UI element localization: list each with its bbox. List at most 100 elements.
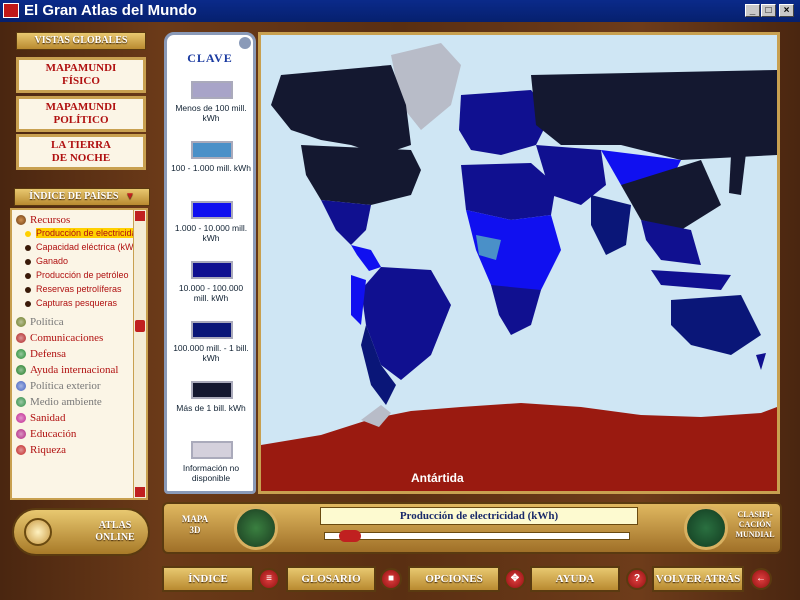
world-map-svg[interactable]: [261, 35, 777, 491]
sub-item-capturas-pesqueras[interactable]: Capturas pesqueras: [12, 298, 146, 309]
sub-item-ganado[interactable]: Ganado: [12, 256, 146, 267]
sub-item-label: Ganado: [36, 256, 69, 266]
indice-button[interactable]: ÍNDICE: [162, 566, 254, 592]
bullet-icon: [25, 301, 31, 307]
region-indonesia: [651, 270, 731, 290]
legend-label: Información no disponible: [182, 463, 240, 483]
category-ball-icon: [16, 381, 26, 391]
layer-control-bar: MAPA 3D Producción de electricidad (kWh)…: [162, 502, 782, 554]
mapamundi-politico-button[interactable]: MAPAMUNDI POLÍTICO: [16, 96, 146, 132]
window-title: El Gran Atlas del Mundo: [24, 2, 197, 19]
bullet-icon: [25, 259, 31, 265]
region-andes: [351, 275, 366, 325]
region-new-zealand: [756, 353, 766, 370]
legend-title: CLAVE: [187, 51, 233, 65]
bullet-icon: [25, 245, 31, 251]
bullet-icon: [25, 273, 31, 279]
opciones-icon[interactable]: ✥: [504, 568, 526, 590]
sub-item-label: Producción de electricidad: [36, 228, 142, 238]
vistas-globales-header[interactable]: VISTAS GLOBALES: [16, 32, 146, 50]
time-slider[interactable]: [324, 530, 630, 542]
category-ball-icon: [16, 413, 26, 423]
index-scrollbar[interactable]: [133, 210, 146, 498]
ayuda-button[interactable]: AYUDA: [530, 566, 620, 592]
world-map[interactable]: Antártida: [258, 32, 780, 494]
region-antarctica: [261, 403, 777, 491]
clasificacion-mundial-label[interactable]: CLASIFI- CACIÓN MUNDIAL: [730, 510, 780, 540]
sub-item-produccion-petroleo[interactable]: Producción de petróleo: [12, 270, 146, 281]
category-ball-icon: [16, 317, 26, 327]
help-icon[interactable]: ?: [626, 568, 648, 590]
legend-label: 1.000 - 10.000 mill. kWh: [174, 223, 248, 243]
legend-swatch: [191, 201, 233, 219]
category-ball-icon: [16, 429, 26, 439]
region-mexico: [321, 200, 371, 245]
opciones-button[interactable]: OPCIONES: [408, 566, 500, 592]
indice-paises-label: ÍNDICE DE PAÍSES: [29, 191, 119, 202]
globe-3d-button[interactable]: [234, 506, 278, 550]
region-japan: [729, 153, 746, 195]
index-list: Recursos Producción de electricidad Capa…: [12, 210, 146, 309]
region-australia: [671, 295, 761, 355]
close-button[interactable]: ×: [779, 4, 794, 17]
category-item[interactable]: Política: [12, 314, 146, 330]
legend-label: Más de 1 bill. kWh: [176, 403, 246, 413]
category-ball-icon: [16, 365, 26, 375]
region-se-asia: [641, 220, 701, 265]
bullet-icon: [25, 287, 31, 293]
category-recursos[interactable]: Recursos: [12, 212, 146, 228]
maximize-button[interactable]: □: [761, 4, 776, 17]
category-item[interactable]: Política exterior: [12, 378, 146, 394]
volver-atras-button[interactable]: VOLVER ATRÁS: [652, 566, 744, 592]
legend-swatch: [191, 381, 233, 399]
antarctica-label: Antártida: [411, 471, 464, 485]
category-item[interactable]: Comunicaciones: [12, 330, 146, 346]
app-icon[interactable]: [3, 3, 19, 18]
sub-item-produccion-electricidad[interactable]: Producción de electricidad: [12, 228, 146, 239]
category-label: Ayuda internacional: [30, 364, 119, 376]
category-item[interactable]: Sanidad: [12, 410, 146, 426]
sub-item-label: Capacidad eléctrica (kW): [36, 242, 137, 252]
compass-icon[interactable]: [684, 506, 728, 550]
category-ball-icon: [16, 333, 26, 343]
glosario-button[interactable]: GLOSARIO: [286, 566, 376, 592]
minimize-button[interactable]: _: [745, 4, 760, 17]
legend-label: 100.000 mill. - 1 bill. kWh: [173, 343, 249, 363]
scroll-down-icon[interactable]: [135, 487, 145, 497]
sub-item-capacidad-electrica[interactable]: Capacidad eléctrica (kW): [12, 242, 146, 253]
category-ball-icon: [16, 349, 26, 359]
mapa-3d-label: MAPA 3D: [181, 514, 209, 535]
indice-paises-header[interactable]: ÍNDICE DE PAÍSES ▼: [14, 188, 150, 206]
category-label: Política: [30, 316, 64, 328]
legend-swatch: [191, 441, 233, 459]
tierra-de-noche-button[interactable]: LA TIERRA DE NOCHE: [16, 134, 146, 170]
category-item[interactable]: Educación: [12, 426, 146, 442]
category-ball-icon: [16, 215, 26, 225]
category-item[interactable]: Defensa: [12, 346, 146, 362]
category-label: Medio ambiente: [30, 396, 102, 408]
country-index-panel: Recursos Producción de electricidad Capa…: [10, 208, 148, 500]
region-russia: [531, 70, 777, 160]
slider-thumb[interactable]: [339, 530, 361, 542]
scroll-thumb[interactable]: [135, 320, 145, 332]
region-north-africa: [461, 163, 556, 220]
legend-swatch: [191, 321, 233, 339]
sub-item-reservas-petroliferas[interactable]: Reservas petrolíferas: [12, 284, 146, 295]
indice-icon[interactable]: ≡: [258, 568, 280, 590]
category-label: Sanidad: [30, 412, 66, 424]
category-item[interactable]: Ayuda internacional: [12, 362, 146, 378]
current-layer-title: Producción de electricidad (kWh): [320, 507, 638, 525]
title-bar: El Gran Atlas del Mundo _ □ ×: [0, 0, 800, 22]
mapamundi-fisico-button[interactable]: MAPAMUNDI FÍSICO: [16, 57, 146, 93]
back-arrow-icon[interactable]: ←: [750, 568, 772, 590]
sub-item-label: Reservas petrolíferas: [36, 284, 122, 294]
category-item[interactable]: Medio ambiente: [12, 394, 146, 410]
legend-swatch: [191, 261, 233, 279]
category-label: Política exterior: [30, 380, 101, 392]
atlas-online-button[interactable]: ATLAS ONLINE: [12, 508, 150, 556]
region-south-africa: [491, 285, 541, 335]
glosario-icon[interactable]: ■: [380, 568, 402, 590]
legend-close-icon[interactable]: [239, 37, 251, 49]
scroll-up-icon[interactable]: [135, 211, 145, 221]
category-item[interactable]: Riqueza: [12, 442, 146, 458]
